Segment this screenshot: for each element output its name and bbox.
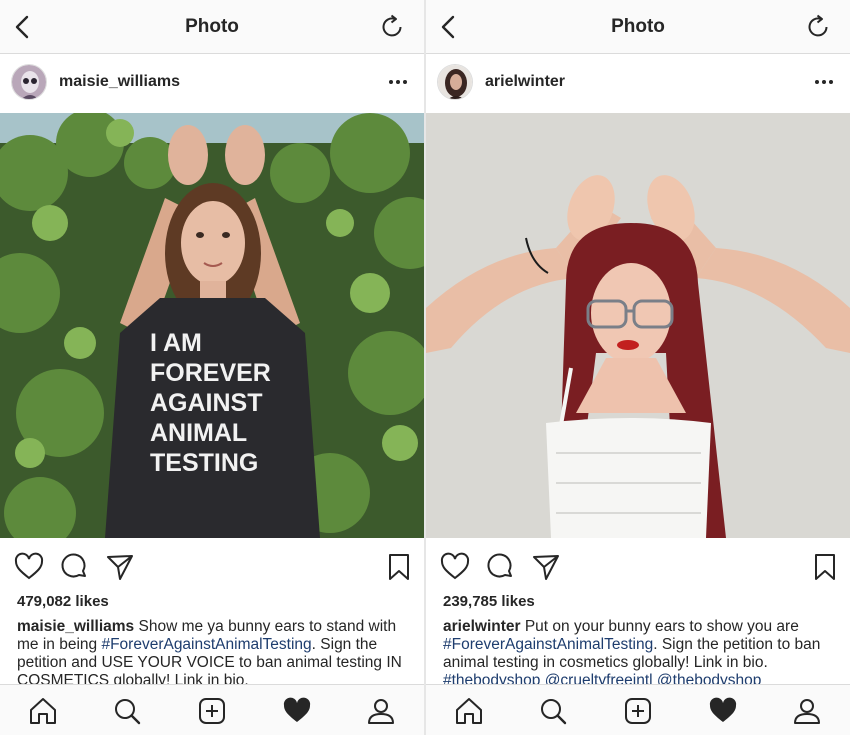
caption-username[interactable]: maisie_williams [17,618,134,635]
comment-icon[interactable] [60,552,90,582]
search-icon[interactable] [538,696,568,726]
page-title: Photo [611,16,665,37]
refresh-icon[interactable] [378,13,406,41]
caption-text: Put on your bunny ears to show you are [520,618,799,635]
post-username[interactable]: arielwinter [485,73,565,91]
like-count[interactable]: 479,082 likes [17,593,109,610]
bottom-tab-bar [426,684,850,735]
post-username[interactable]: maisie_williams [59,73,180,91]
page-title: Photo [185,16,239,37]
bottom-tab-bar [0,684,424,735]
post-actions [0,545,424,589]
post-header: arielwinter [426,54,850,113]
top-nav-bar: Photo [426,0,850,54]
refresh-icon[interactable] [804,13,832,41]
top-nav-bar: Photo [0,0,424,54]
avatar[interactable] [11,64,47,100]
shirt-line: AGAINST [150,389,263,417]
activity-heart-icon[interactable] [282,696,312,726]
share-icon[interactable] [531,552,561,582]
post-header: maisie_williams [0,54,424,113]
share-icon[interactable] [105,552,135,582]
bookmark-icon[interactable] [810,552,840,582]
post-panel-maisie: Photo maisie_williams I AM FOREVER AGAIN… [0,0,424,735]
caption-hashtag[interactable]: #ForeverAgainstAnimalTesting [443,636,653,653]
home-icon[interactable] [28,696,58,726]
post-caption: maisie_williams Show me ya bunny ears to… [17,618,412,690]
profile-icon[interactable] [792,696,822,726]
post-photo[interactable]: I AM FOREVER AGAINST ANIMAL TESTING [0,113,424,538]
bookmark-icon[interactable] [384,552,414,582]
new-post-icon[interactable] [623,696,653,726]
caption-username[interactable]: arielwinter [443,618,521,635]
profile-icon[interactable] [366,696,396,726]
like-count[interactable]: 239,785 likes [443,593,535,610]
home-icon[interactable] [454,696,484,726]
post-photo[interactable] [426,113,850,538]
post-actions [426,545,850,589]
activity-heart-icon[interactable] [708,696,738,726]
heart-icon[interactable] [440,552,470,582]
comment-icon[interactable] [486,552,516,582]
post-panel-ariel: Photo arielwinter 239,785 likes arielwin… [426,0,850,735]
search-icon[interactable] [112,696,142,726]
shirt-line: FOREVER [150,359,271,387]
heart-icon[interactable] [14,552,44,582]
caption-hashtag[interactable]: #ForeverAgainstAnimalTesting [101,636,311,653]
post-caption: arielwinter Put on your bunny ears to sh… [443,618,838,690]
more-icon[interactable] [814,74,834,90]
more-icon[interactable] [388,74,408,90]
avatar[interactable] [437,64,473,100]
shirt-line: ANIMAL [150,419,247,447]
new-post-icon[interactable] [197,696,227,726]
shirt-line: I AM [150,329,202,357]
shirt-line: TESTING [150,449,258,477]
